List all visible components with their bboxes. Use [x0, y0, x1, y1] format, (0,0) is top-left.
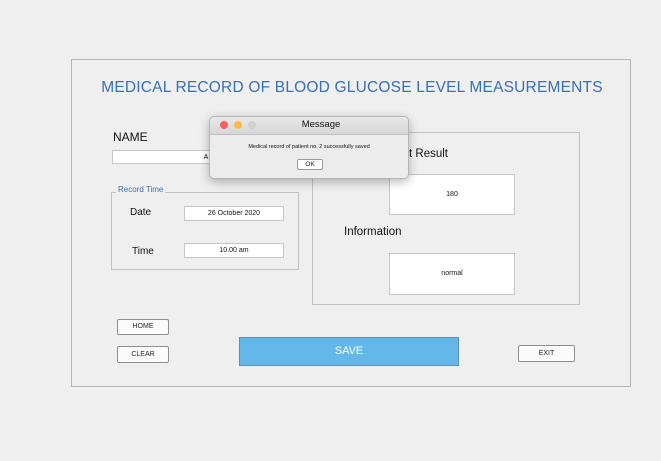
dialog-message: Medical record of patient no. 2 successf… — [248, 144, 370, 150]
name-label: NAME — [113, 130, 148, 144]
dialog-title-bar: Message — [210, 117, 408, 135]
test-result-label: t Result — [409, 148, 448, 160]
time-field[interactable]: 10.00 am — [184, 243, 284, 258]
time-label: Time — [132, 246, 154, 257]
record-time-group-label: Record Time — [116, 185, 166, 194]
clear-button[interactable]: CLEAR — [117, 346, 169, 363]
message-dialog: Message Medical record of patient no. 2 … — [209, 116, 409, 179]
dialog-title: Message — [301, 119, 341, 130]
record-time-group — [111, 192, 299, 270]
date-field[interactable]: 26 October 2020 — [184, 206, 284, 221]
information-field[interactable]: normal — [389, 253, 515, 295]
date-label: Date — [130, 207, 152, 218]
home-button[interactable]: HOME — [117, 319, 169, 335]
save-button[interactable]: SAVE — [239, 337, 459, 366]
test-result-field[interactable]: 180 — [389, 174, 515, 215]
ok-button[interactable]: OK — [297, 159, 323, 170]
information-label: Information — [344, 226, 402, 238]
page-title: MEDICAL RECORD OF BLOOD GLUCOSE LEVEL ME… — [101, 79, 603, 96]
exit-button[interactable]: EXIT — [518, 345, 575, 362]
